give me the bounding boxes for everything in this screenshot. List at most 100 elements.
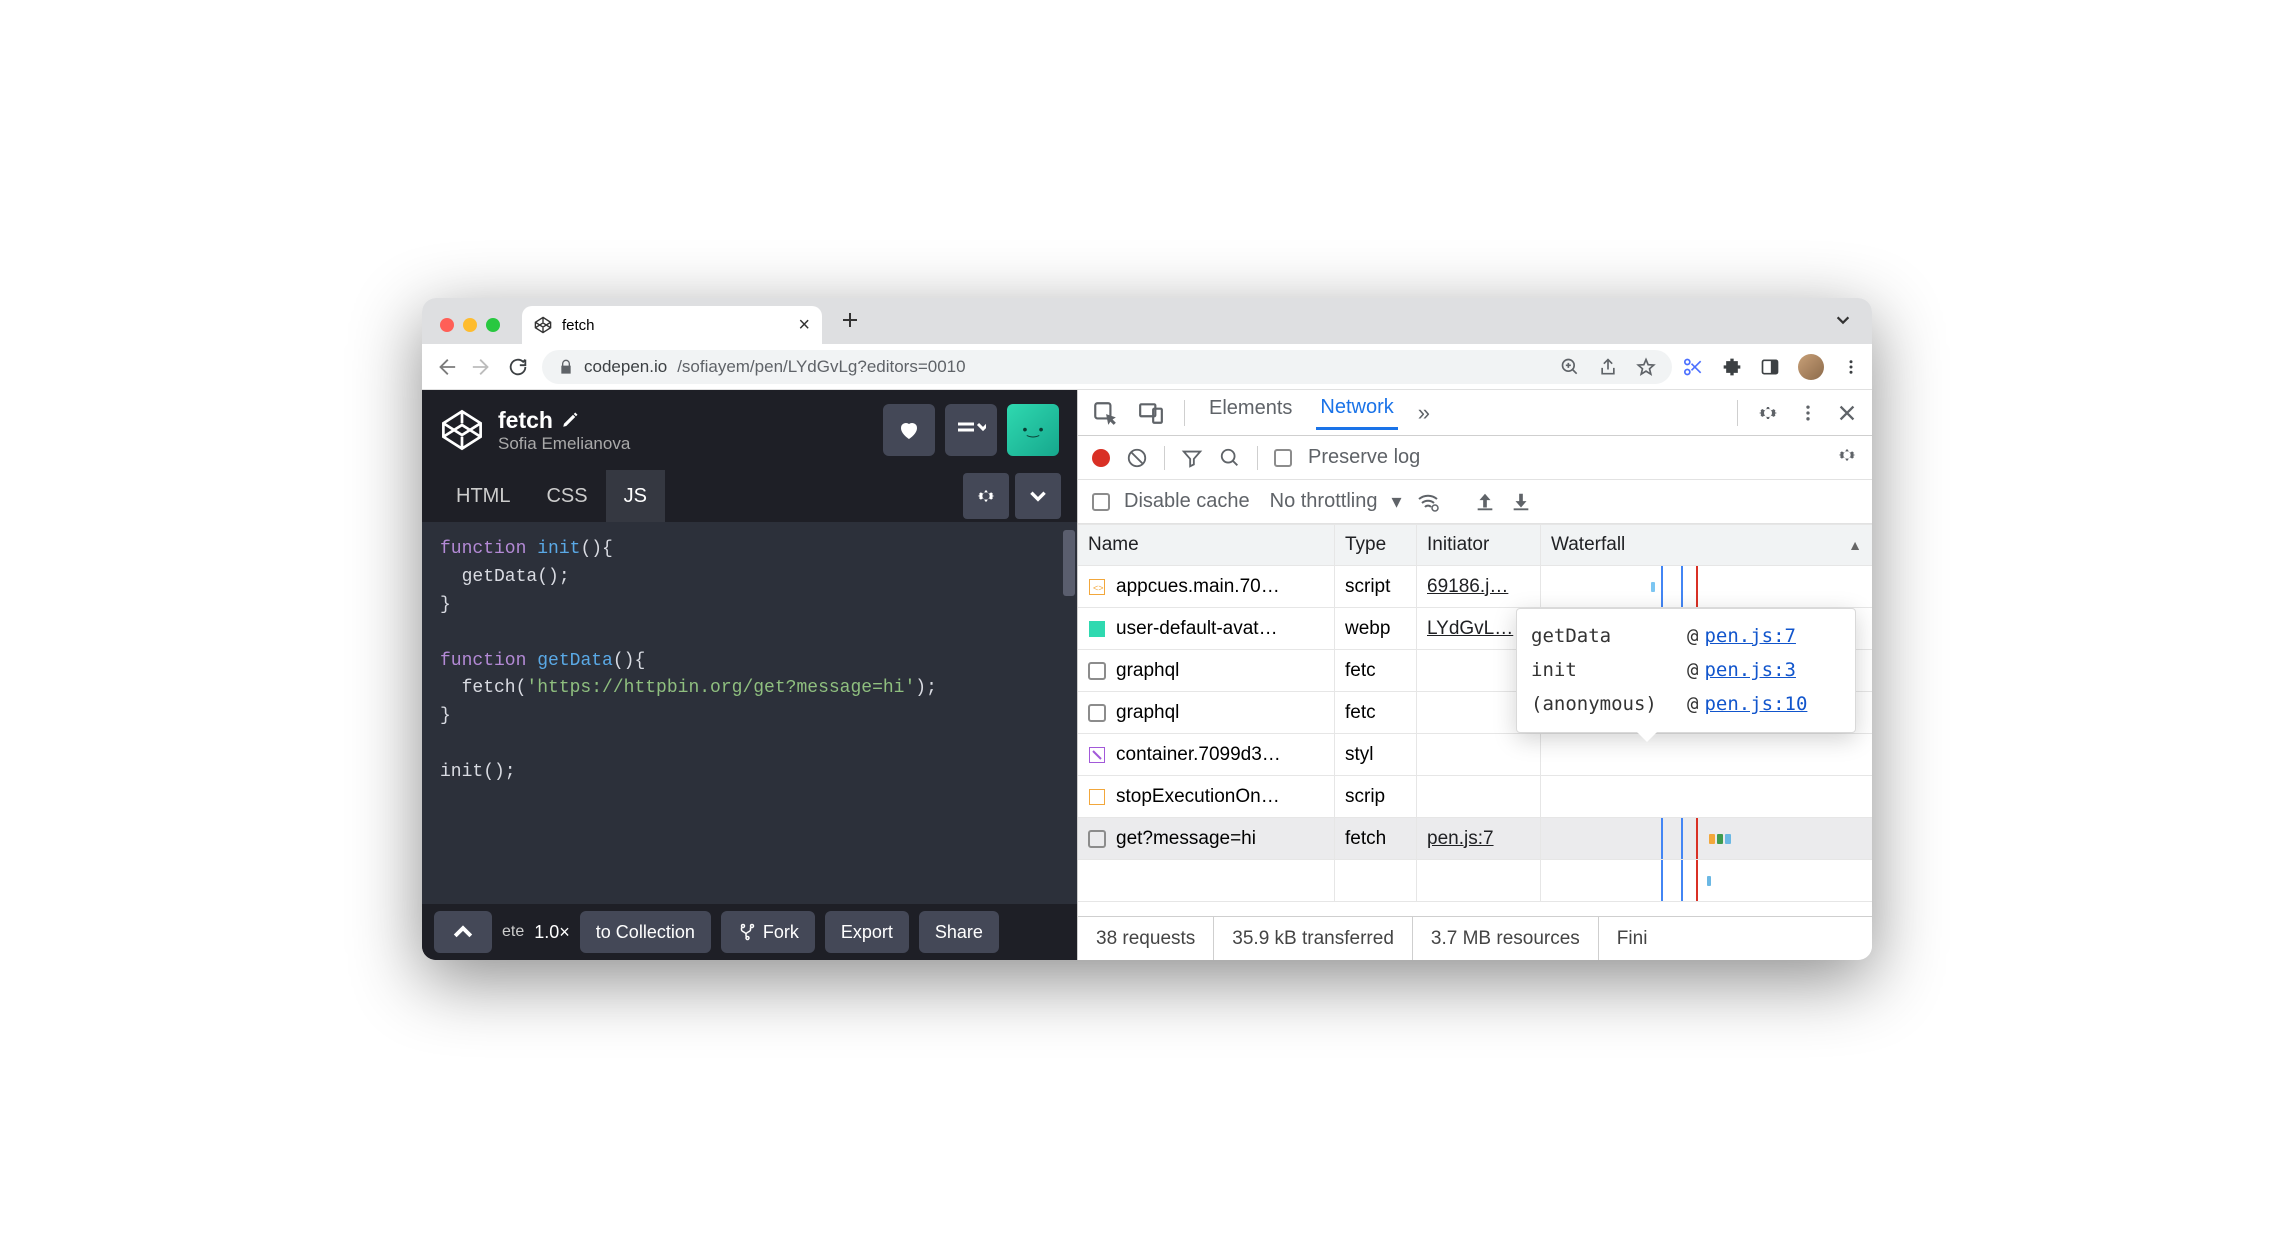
url-path: /sofiayem/pen/LYdGvLg?editors=0010 <box>677 357 965 377</box>
network-toolbar-2: Disable cache No throttling ▾ <box>1078 480 1872 524</box>
settings-button[interactable] <box>963 473 1009 519</box>
table-row-empty <box>1078 860 1872 902</box>
js-file-icon: <> <box>1088 578 1106 596</box>
js-file-icon <box>1088 788 1106 806</box>
download-icon[interactable] <box>1510 491 1532 513</box>
doc-file-icon <box>1088 662 1106 680</box>
disable-cache-label: Disable cache <box>1124 490 1250 513</box>
tab-title: fetch <box>562 317 595 334</box>
back-button[interactable] <box>434 356 458 378</box>
tab-network[interactable]: Network <box>1316 396 1397 430</box>
tab-close-icon[interactable]: × <box>798 314 810 337</box>
more-tabs-icon[interactable]: » <box>1418 400 1430 426</box>
table-header: Name Type Initiator Waterfall▲ <box>1078 524 1872 566</box>
tab-js[interactable]: JS <box>606 470 665 522</box>
codepen-logo-icon <box>440 408 484 452</box>
browser-toolbar: codepen.io/sofiayem/pen/LYdGvLg?editors=… <box>422 344 1872 390</box>
address-bar[interactable]: codepen.io/sofiayem/pen/LYdGvLg?editors=… <box>542 350 1672 384</box>
editor-scrollbar[interactable] <box>1063 530 1075 596</box>
col-type[interactable]: Type <box>1335 525 1417 565</box>
arrow-left-icon <box>435 356 457 378</box>
disable-cache-checkbox[interactable] <box>1092 493 1110 511</box>
window-close[interactable] <box>440 318 454 332</box>
tooltip-link[interactable]: pen.js:7 <box>1704 619 1796 653</box>
user-avatar[interactable] <box>1007 404 1059 456</box>
forward-button[interactable] <box>470 356 494 378</box>
footer-expand-button[interactable] <box>434 911 492 953</box>
edit-pencil-icon[interactable] <box>561 411 579 429</box>
code-editor[interactable]: function init(){ getData(); } function g… <box>422 522 1077 904</box>
image-file-icon <box>1088 620 1106 638</box>
col-name[interactable]: Name <box>1078 525 1335 565</box>
toolbar-extension-icons <box>1684 354 1860 380</box>
browser-tab[interactable]: fetch × <box>522 306 822 344</box>
record-button[interactable] <box>1092 449 1110 467</box>
heart-button[interactable] <box>883 404 935 456</box>
clear-icon[interactable] <box>1126 447 1148 469</box>
status-finish: Fini <box>1599 917 1666 960</box>
share-button[interactable]: Share <box>919 911 999 953</box>
doc-file-icon <box>1088 704 1106 722</box>
window-minimize[interactable] <box>463 318 477 332</box>
kebab-menu-icon[interactable] <box>1798 403 1818 423</box>
browser-window: fetch × codepen.io/sofiayem/pen/LYdGvLg?… <box>422 298 1872 960</box>
search-icon[interactable] <box>1219 447 1241 469</box>
scissors-icon[interactable] <box>1684 357 1704 377</box>
zoom-in-icon[interactable] <box>1560 357 1580 377</box>
layout-button[interactable] <box>945 404 997 456</box>
share-icon[interactable] <box>1598 357 1618 377</box>
sidepanel-icon[interactable] <box>1760 357 1780 377</box>
filter-icon[interactable] <box>1181 447 1203 469</box>
table-row[interactable]: container.7099d3… styl <box>1078 734 1872 776</box>
lock-icon <box>558 359 574 375</box>
throttling-select[interactable]: No throttling <box>1270 490 1378 513</box>
dropdown-triangle-icon[interactable]: ▾ <box>1391 489 1401 514</box>
col-waterfall[interactable]: Waterfall▲ <box>1541 525 1872 565</box>
status-transferred: 35.9 kB transferred <box>1214 917 1413 960</box>
new-tab-button[interactable] <box>836 306 864 334</box>
to-collection-button[interactable]: to Collection <box>580 911 711 953</box>
extensions-icon[interactable] <box>1722 357 1742 377</box>
codepen-panel: fetch Sofia Emelianova HTML <box>422 390 1077 960</box>
pen-header: fetch Sofia Emelianova <box>422 390 1077 470</box>
heart-icon <box>897 418 921 442</box>
tab-css[interactable]: CSS <box>528 470 605 522</box>
url-host: codepen.io <box>584 357 667 377</box>
chevron-down-icon <box>1834 311 1852 329</box>
css-file-icon <box>1088 746 1106 764</box>
initiator-stack-tooltip: getData@pen.js:7 init@pen.js:3 (anonymou… <box>1516 608 1856 733</box>
profile-avatar[interactable] <box>1798 354 1824 380</box>
kebab-menu-icon[interactable] <box>1842 358 1860 376</box>
col-initiator[interactable]: Initiator <box>1417 525 1541 565</box>
bookmark-star-icon[interactable] <box>1636 357 1656 377</box>
preserve-log-label: Preserve log <box>1308 446 1420 469</box>
gear-icon[interactable] <box>1836 444 1858 466</box>
export-button[interactable]: Export <box>825 911 909 953</box>
gear-icon[interactable] <box>1756 401 1780 425</box>
window-zoom[interactable] <box>486 318 500 332</box>
preserve-log-checkbox[interactable] <box>1274 449 1292 467</box>
editor-tabs: HTML CSS JS <box>422 470 1077 522</box>
tab-list-button[interactable] <box>1834 311 1852 334</box>
upload-icon[interactable] <box>1474 491 1496 513</box>
close-icon[interactable] <box>1836 402 1858 424</box>
gear-icon <box>975 485 997 507</box>
inspect-icon[interactable] <box>1092 400 1118 426</box>
tooltip-link[interactable]: pen.js:3 <box>1704 653 1796 687</box>
doc-file-icon <box>1088 830 1106 848</box>
device-icon[interactable] <box>1138 400 1164 426</box>
tab-html[interactable]: HTML <box>438 470 528 522</box>
layout-icon <box>956 418 986 442</box>
tooltip-link[interactable]: pen.js:10 <box>1704 687 1807 721</box>
table-row[interactable]: get?message=hi fetch pen.js:7 <box>1078 818 1872 860</box>
tab-elements[interactable]: Elements <box>1205 397 1296 428</box>
table-row[interactable]: <>appcues.main.70… script 69186.j… <box>1078 566 1872 608</box>
wifi-icon[interactable] <box>1416 490 1440 514</box>
fork-icon <box>737 923 755 941</box>
table-row[interactable]: stopExecutionOn… scrip <box>1078 776 1872 818</box>
footer-zoom[interactable]: 1.0× <box>534 922 570 943</box>
reload-button[interactable] <box>506 356 530 378</box>
window-controls <box>440 318 500 332</box>
fork-button[interactable]: Fork <box>721 911 815 953</box>
collapse-button[interactable] <box>1015 473 1061 519</box>
